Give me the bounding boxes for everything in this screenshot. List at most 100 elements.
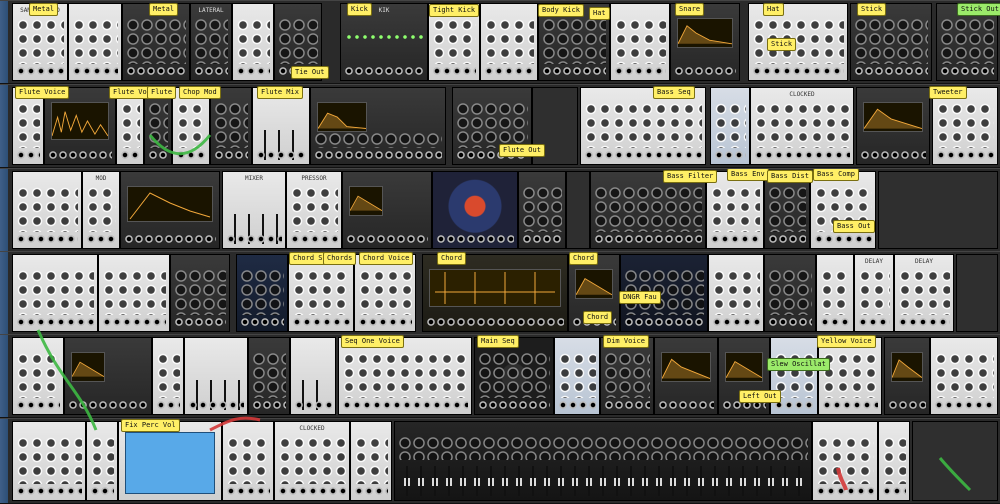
knob-icon[interactable] [816,436,874,484]
fader-icon[interactable] [401,466,805,496]
knob-icon[interactable] [882,436,906,484]
knob-icon[interactable] [398,436,808,460]
jack-icon[interactable] [236,65,270,77]
jack-icon[interactable] [542,65,606,77]
vca-mix-module[interactable] [290,337,336,415]
mod-module[interactable]: MOD [82,171,120,249]
jack-icon[interactable] [484,65,534,77]
knob-icon[interactable] [768,186,806,232]
jack-icon[interactable] [752,65,844,77]
tweeter-module[interactable] [932,87,998,165]
jack-icon[interactable] [344,65,424,77]
jack-icon[interactable] [822,399,878,411]
knob-icon[interactable] [290,186,338,232]
chord-voice-module[interactable] [354,254,416,332]
filter-module[interactable] [518,171,566,249]
jack-icon[interactable] [940,65,994,77]
chords-module[interactable] [288,254,354,332]
main-seq-module[interactable] [474,337,554,415]
knob-icon[interactable] [226,436,270,484]
jack-icon[interactable] [478,399,550,411]
utility-module[interactable] [350,421,392,501]
dim-voice-module[interactable] [554,337,600,415]
jack-icon[interactable] [124,233,216,245]
jack-icon[interactable] [290,233,338,245]
jack-icon[interactable] [888,399,926,411]
jack-icon[interactable] [936,149,994,161]
knob-icon[interactable] [16,269,94,315]
mult-module[interactable] [12,171,82,249]
jack-icon[interactable] [16,233,78,245]
mixer-module[interactable]: MIXER [222,171,286,249]
jack-icon[interactable] [226,233,282,245]
utility-module[interactable] [12,337,64,415]
mixer-module[interactable] [394,421,812,501]
mod-module[interactable] [210,87,252,165]
knob-icon[interactable] [484,18,534,64]
lateral-module[interactable]: LATERAL [190,3,232,81]
jack-icon[interactable] [194,65,228,77]
filter-module[interactable] [718,337,770,415]
knob-icon[interactable] [898,269,950,315]
lfo-module[interactable] [12,254,98,332]
knob-icon[interactable] [16,102,40,148]
yellow-voice-module[interactable] [818,337,882,415]
jack-icon[interactable] [436,233,514,245]
knob-icon[interactable] [174,269,226,315]
knob-icon[interactable] [102,269,166,315]
bass-env-module[interactable] [706,171,764,249]
knob-icon[interactable] [542,18,606,64]
knob-icon[interactable] [240,269,284,315]
knob-icon[interactable] [754,102,850,148]
knob-icon[interactable] [16,436,82,484]
jack-icon[interactable] [558,399,596,411]
envelope-module[interactable] [930,337,998,415]
jack-icon[interactable] [294,399,332,411]
jack-icon[interactable] [314,149,442,161]
voice-module[interactable] [856,87,930,165]
knob-icon[interactable] [156,352,180,398]
knob-icon[interactable] [86,186,116,232]
knob-icon[interactable] [214,102,248,148]
knob-icon[interactable] [940,18,994,64]
lfo-module[interactable] [98,254,170,332]
jack-icon[interactable] [16,316,94,328]
jack-icon[interactable] [816,485,874,497]
knob-icon[interactable] [120,102,140,148]
knob-icon[interactable] [934,352,994,398]
jack-icon[interactable] [68,399,148,411]
knob-icon[interactable] [72,18,118,64]
terrorform-module[interactable] [432,171,518,249]
jack-icon[interactable] [714,149,746,161]
jack-icon[interactable] [354,485,388,497]
jack-icon[interactable] [48,149,112,161]
jack-icon[interactable] [426,316,564,328]
jack-icon[interactable] [768,233,806,245]
pressor-module[interactable]: PRESSOR [286,171,342,249]
jack-icon[interactable] [240,316,284,328]
jack-icon[interactable] [754,149,850,161]
output-module[interactable] [878,421,910,501]
vca-mix-module[interactable] [816,254,854,332]
sequencer-module[interactable] [338,337,472,415]
jack-icon[interactable] [594,233,702,245]
jack-icon[interactable] [126,65,186,77]
jack-icon[interactable] [584,149,702,161]
knob-icon[interactable] [126,18,186,64]
jack-icon[interactable] [72,65,118,77]
knob-icon[interactable] [522,186,562,232]
jack-icon[interactable] [342,399,468,411]
filter-module[interactable] [884,337,930,415]
sequencer-module[interactable] [580,87,706,165]
knob-icon[interactable] [148,102,168,148]
jack-icon[interactable] [658,399,714,411]
knob-icon[interactable] [822,352,878,398]
knob-icon[interactable] [710,186,760,232]
jack-icon[interactable] [624,316,704,328]
jack-icon[interactable] [148,149,168,161]
knob-icon[interactable] [90,436,114,484]
clocked-module[interactable]: CLOCKED [274,421,350,501]
knob-icon[interactable] [358,269,412,315]
poly-module[interactable] [12,421,86,501]
knob-icon[interactable] [584,102,702,148]
